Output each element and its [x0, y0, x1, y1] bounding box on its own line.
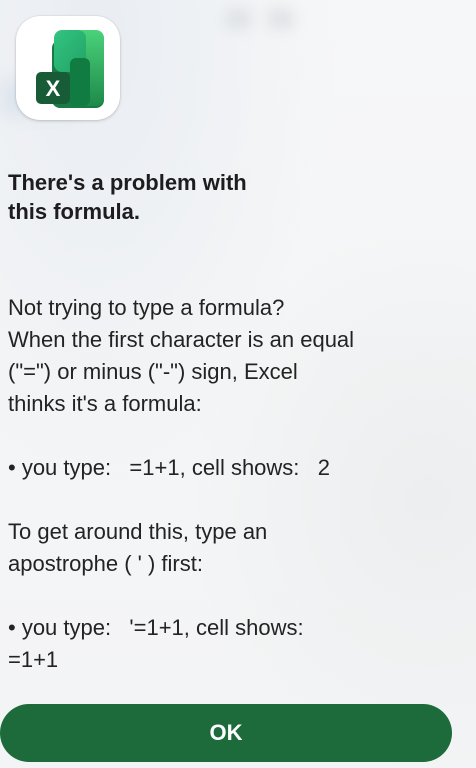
message-line: When the first character is an equal [8, 327, 355, 352]
excel-app-icon: X [16, 16, 120, 120]
formula-error-dialog: X There's a problem with this formula. N… [0, 0, 476, 768]
excel-logo-letter: X [46, 76, 61, 101]
message-line: apostrophe ( ' ) first: [8, 551, 203, 576]
message-line: Not trying to type a formula? [8, 295, 285, 320]
excel-logo-icon: X [36, 30, 104, 108]
dialog-title: There's a problem with this formula. [8, 168, 448, 226]
ok-button[interactable]: OK [0, 704, 452, 762]
dialog-title-line: this formula. [8, 199, 141, 224]
example-line: • you type: =1+1, cell shows: 2 [8, 455, 330, 480]
dialog-message: Not trying to type a formula? When the f… [8, 292, 458, 676]
message-line: thinks it's a formula: [8, 391, 202, 416]
example-line: • you type: '=1+1, cell shows: [8, 615, 304, 640]
message-line: ("=") or minus ("-") sign, Excel [8, 359, 298, 384]
example-line: =1+1 [8, 647, 59, 672]
message-line: To get around this, type an [8, 519, 268, 544]
dialog-title-line: There's a problem with [8, 170, 247, 195]
